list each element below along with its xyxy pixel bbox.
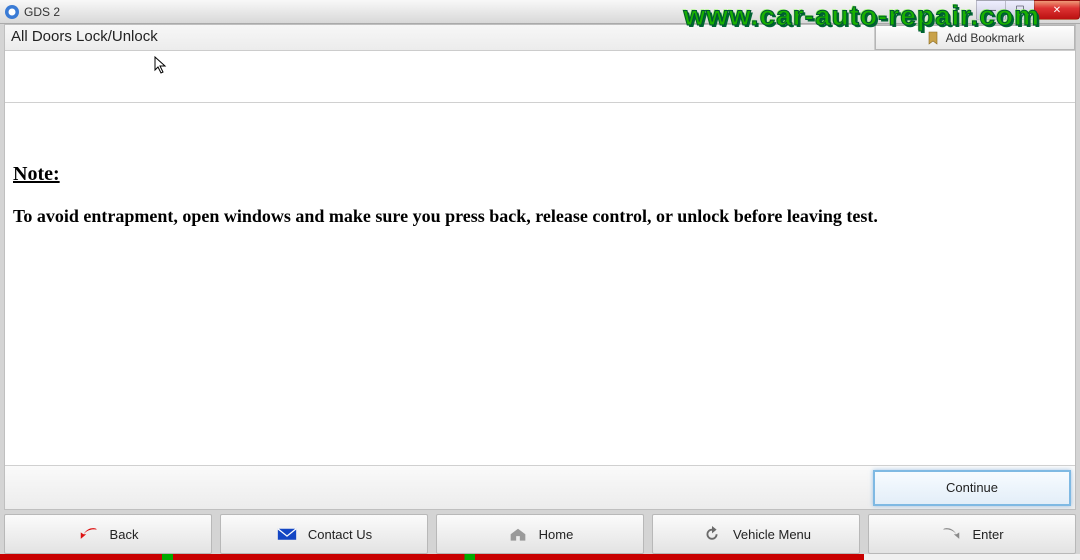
spacer-strip xyxy=(5,51,1075,103)
continue-button[interactable]: Continue xyxy=(873,470,1071,506)
header-row: All Doors Lock/Unlock Add Bookmark xyxy=(5,25,1075,51)
bookmark-icon xyxy=(926,31,940,45)
home-icon xyxy=(507,525,529,543)
content-area: All Doors Lock/Unlock Add Bookmark Note:… xyxy=(4,24,1076,510)
mail-icon xyxy=(276,525,298,543)
back-button[interactable]: Back xyxy=(4,514,212,554)
window-title: GDS 2 xyxy=(24,5,60,19)
home-label: Home xyxy=(539,527,574,542)
titlebar: GDS 2 — ☐ ✕ xyxy=(0,0,1080,24)
close-button[interactable]: ✕ xyxy=(1034,0,1080,20)
vehicle-menu-label: Vehicle Menu xyxy=(733,527,811,542)
minimize-button[interactable]: — xyxy=(976,0,1006,20)
app-icon xyxy=(4,4,20,20)
refresh-icon xyxy=(701,525,723,543)
window-controls: — ☐ ✕ xyxy=(977,0,1080,20)
status-strip xyxy=(0,554,1080,560)
body-text: Note: To avoid entrapment, open windows … xyxy=(5,103,1075,235)
enter-label: Enter xyxy=(972,527,1003,542)
bottom-toolbar: Back Contact Us Home Vehicle Menu Enter xyxy=(4,514,1076,554)
maximize-button[interactable]: ☐ xyxy=(1005,0,1035,20)
page-title: All Doors Lock/Unlock xyxy=(5,25,875,50)
add-bookmark-label: Add Bookmark xyxy=(946,31,1025,45)
enter-button[interactable]: Enter xyxy=(868,514,1076,554)
vehicle-menu-button[interactable]: Vehicle Menu xyxy=(652,514,860,554)
add-bookmark-button[interactable]: Add Bookmark xyxy=(875,25,1075,50)
back-label: Back xyxy=(110,527,139,542)
home-button[interactable]: Home xyxy=(436,514,644,554)
contact-us-button[interactable]: Contact Us xyxy=(220,514,428,554)
note-heading: Note: xyxy=(13,163,1067,186)
forward-arrow-icon xyxy=(940,525,962,543)
note-body: To avoid entrapment, open windows and ma… xyxy=(13,206,1067,227)
back-arrow-icon xyxy=(78,525,100,543)
continue-row: Continue xyxy=(5,465,1075,509)
contact-label: Contact Us xyxy=(308,527,372,542)
